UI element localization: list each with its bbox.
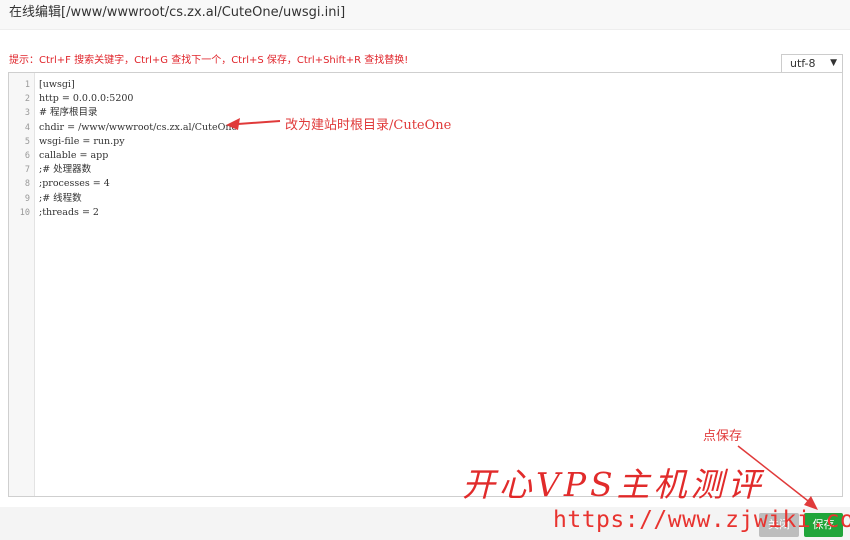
line-number: 9 [24,193,30,204]
code-line[interactable]: ;processes = 4 [39,177,842,191]
line-number: 5 [24,136,30,147]
line-number: 7 [24,165,30,176]
code-line[interactable]: ;threads = 2 [39,206,842,220]
code-line[interactable]: http = 0.0.0.0:5200 [39,92,842,106]
line-number: 1 [24,80,30,90]
chdir-annotation: 改为建站时根目录/CuteOne [285,118,452,133]
code-line[interactable]: wsgi-file = run.py [39,135,842,149]
line-number: 10 [19,207,30,218]
code-line[interactable]: callable = app [39,149,842,163]
encoding-select[interactable]: utf-8 ▼ [781,54,843,73]
code-content[interactable]: [uwsgi] http = 0.0.0.0:5200 # 程序根目录 chdi… [39,78,842,220]
line-number: 2 [24,94,30,105]
window-title: 在线编辑[/www/wwwroot/cs.zx.al/CuteOne/uwsgi… [0,0,850,30]
code-line[interactable]: [uwsgi] [39,78,842,92]
line-number: 4 [24,122,30,133]
encoding-value: utf-8 [790,57,816,70]
code-line[interactable]: ;# 线程数 [39,192,842,206]
save-annotation: 点保存 [703,429,743,444]
watermark-logo: 开心VPS主机测评 [462,465,765,504]
line-number: 8 [24,179,30,190]
line-number: 6 [24,150,30,161]
chevron-down-icon: ▼ [830,58,837,68]
line-number: 3 [24,108,30,119]
line-number-gutter: 1 2 3 4 5 6 7 8 9 10 [9,73,35,496]
shortcut-tip: 提示：Ctrl+F 搜索关键字，Ctrl+G 查找下一个，Ctrl+S 保存，C… [9,55,409,66]
watermark-url: https://www.zjwiki.com [553,507,850,533]
code-line[interactable]: ;# 处理器数 [39,163,842,177]
